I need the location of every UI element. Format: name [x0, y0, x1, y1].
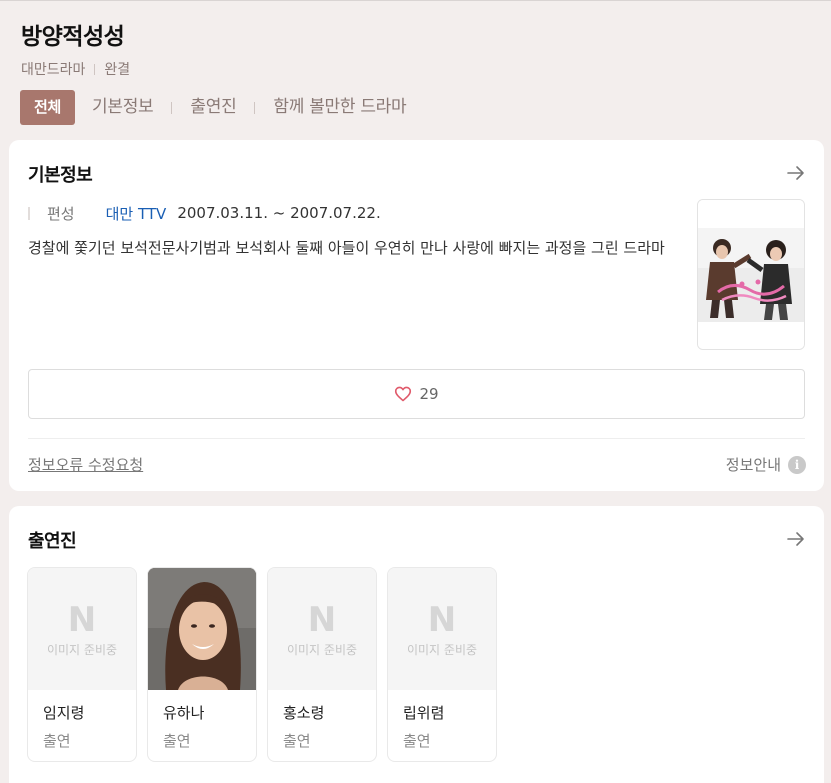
placeholder-text: 이미지 준비중: [406, 642, 478, 657]
row-marker: [28, 206, 30, 220]
arrow-right-icon[interactable]: [786, 529, 806, 549]
basic-info-title: 기본정보: [28, 165, 93, 186]
cast-item[interactable]: N 이미지 준비중 홍소령 출연: [267, 567, 377, 762]
report-error-link[interactable]: 정보오류 수정요청: [28, 454, 143, 475]
tab-all[interactable]: 전체: [20, 90, 76, 125]
cast-role: 출연: [403, 732, 431, 750]
cast-photo-placeholder: N 이미지 준비중: [268, 568, 376, 690]
info-guide-label: 정보안내: [725, 456, 781, 474]
cast-card: 출연진 N 이미지 준비중 임지령 출연 유하나 출연 N 이미지 준비중 홍소…: [9, 506, 824, 783]
cast-photo-art: [148, 568, 256, 690]
meta-genre: 대만드라마: [21, 62, 86, 78]
divider: [28, 438, 805, 439]
naver-logo-placeholder: N: [427, 599, 457, 640]
info-guide-button[interactable]: 정보안내 i: [726, 454, 806, 475]
cast-role: 출연: [43, 732, 71, 750]
meta-separator: [94, 63, 96, 75]
tab-basic-info[interactable]: 기본정보: [92, 90, 154, 125]
cast-name: 립위렴: [403, 704, 445, 722]
drama-meta: 대만드라마 완결: [21, 60, 831, 78]
cast-name: 임지령: [43, 704, 85, 722]
cast-role: 출연: [163, 732, 191, 750]
naver-logo-placeholder: N: [67, 599, 97, 640]
basic-info-card: 기본정보 편성 대만 TTV 2007.03.11. ~ 2007.07.22.…: [9, 140, 824, 491]
broadcast-date: 2007.03.11. ~ 2007.07.22.: [177, 204, 381, 222]
tab-recommended[interactable]: 함께 볼만한 드라마: [273, 90, 406, 125]
cast-name: 홍소령: [283, 704, 325, 722]
cast-photo-placeholder: N 이미지 준비중: [388, 568, 496, 690]
synopsis: 경찰에 쫓기던 보석전문사기범과 보석회사 둘째 아들이 우연히 만나 사랑에 …: [28, 239, 665, 257]
cast-item[interactable]: N 이미지 준비중 립위렴 출연: [387, 567, 497, 762]
naver-logo-placeholder: N: [307, 599, 337, 640]
cast-list: N 이미지 준비중 임지령 출연 유하나 출연 N 이미지 준비중 홍소령 출연…: [27, 567, 507, 762]
page-title: 방양적성성: [21, 24, 125, 50]
info-icon: i: [788, 455, 806, 474]
meta-status: 완결: [104, 62, 131, 78]
poster-image[interactable]: [697, 199, 805, 350]
cast-photo-placeholder: N 이미지 준비중: [28, 568, 136, 690]
tab-bar: 전체 기본정보 출연진 함께 볼만한 드라마: [20, 90, 407, 125]
placeholder-text: 이미지 준비중: [286, 642, 358, 657]
top-border: [0, 0, 831, 1]
like-button[interactable]: 29: [28, 369, 805, 419]
cast-title: 출연진: [28, 531, 77, 552]
cast-item[interactable]: 유하나 출연: [147, 567, 257, 762]
heart-icon: [395, 386, 412, 402]
cast-role: 출연: [283, 732, 311, 750]
placeholder-text: 이미지 준비중: [46, 642, 118, 657]
tab-cast[interactable]: 출연진: [190, 90, 236, 125]
arrow-right-icon[interactable]: [786, 163, 806, 183]
page-header: 방양적성성 대만드라마 완결: [21, 22, 831, 78]
broadcast-info-row: 편성 대만 TTV 2007.03.11. ~ 2007.07.22.: [28, 203, 381, 223]
poster-art: [698, 200, 804, 349]
tab-separator: [254, 101, 256, 114]
cast-item[interactable]: N 이미지 준비중 임지령 출연: [27, 567, 137, 762]
like-count: 29: [419, 385, 439, 403]
tab-separator: [171, 101, 173, 114]
cast-photo: [148, 568, 256, 690]
channel-link[interactable]: 대만 TTV: [106, 203, 167, 224]
broadcast-label: 편성: [47, 204, 75, 223]
cast-name: 유하나: [163, 704, 205, 722]
